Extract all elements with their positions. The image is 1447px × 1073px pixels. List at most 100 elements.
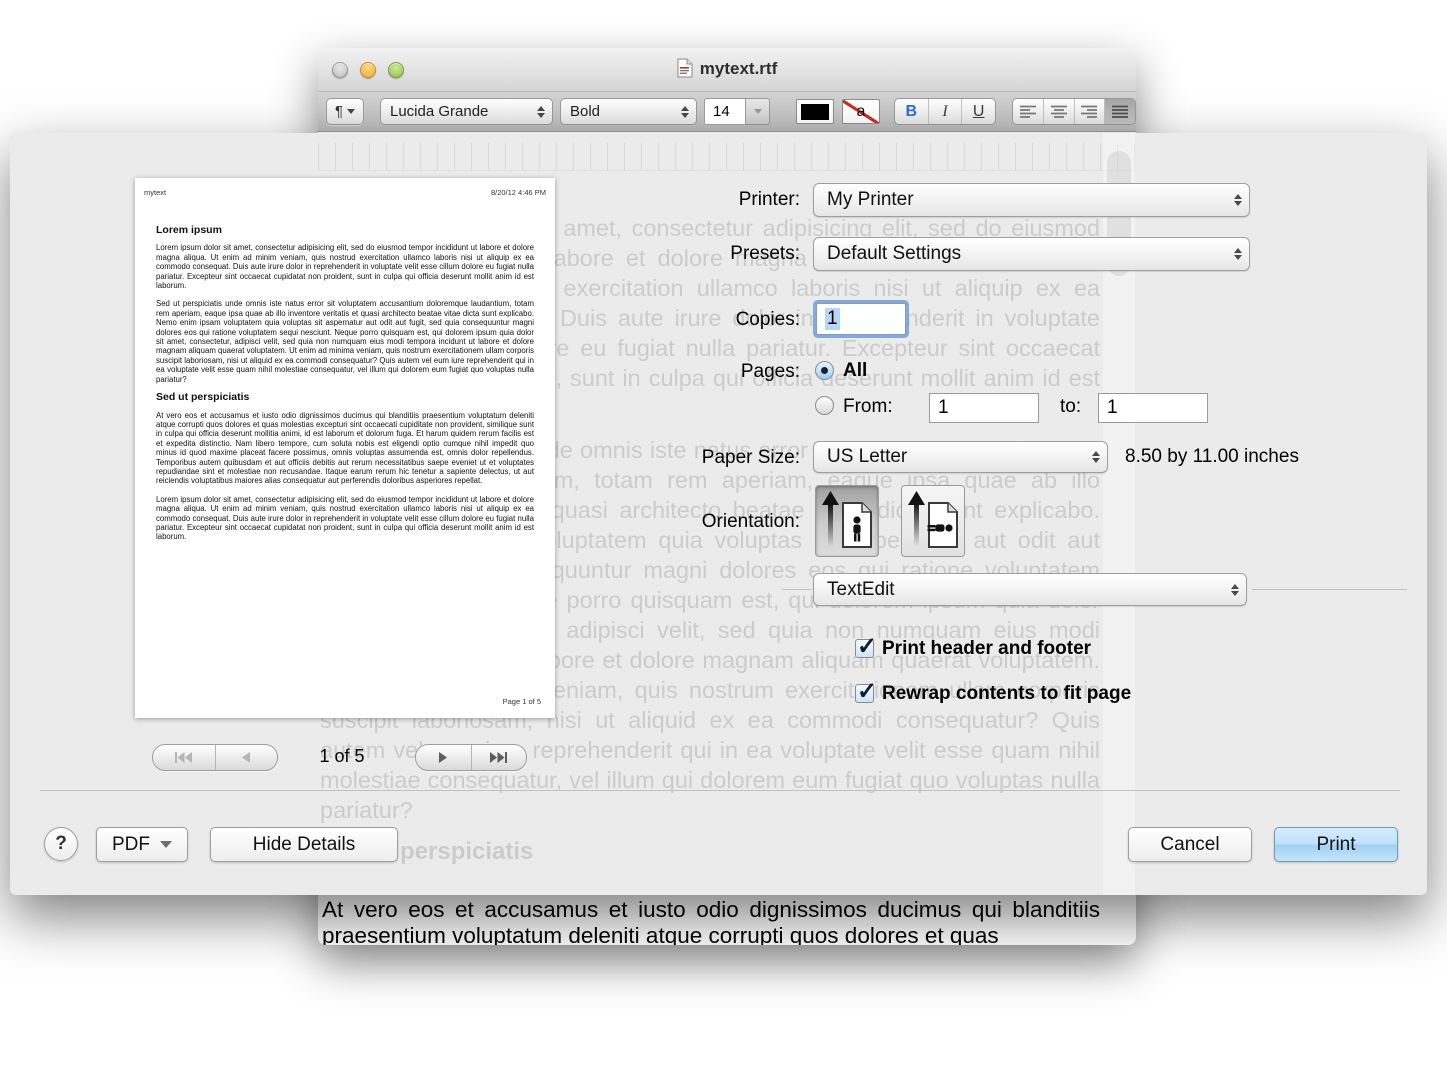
section-divider-left (782, 589, 812, 590)
printer-value: My Printer (827, 189, 914, 211)
background-color-well[interactable]: a (842, 99, 880, 124)
bold-button[interactable]: B (895, 99, 929, 124)
presets-value: Default Settings (827, 243, 961, 265)
last-page-button[interactable] (472, 745, 527, 770)
preview-paragraph: Lorem ipsum dolor sit amet, consectetur … (156, 243, 534, 290)
presets-select[interactable]: Default Settings (813, 237, 1250, 271)
pages-from-label: From: (843, 396, 893, 418)
first-page-button[interactable] (153, 745, 216, 770)
print-header-footer-checkbox[interactable]: ✓ (855, 639, 874, 658)
rewrap-contents-checkbox[interactable]: ✓ (855, 684, 874, 703)
checkmark-icon: ✓ (857, 632, 877, 661)
paper-size-dimensions: 8.50 by 11.00 inches (1125, 446, 1299, 468)
next-page-button[interactable] (416, 745, 472, 770)
align-justify-icon (1111, 105, 1129, 118)
print-header-footer-label: Print header and footer (882, 638, 1091, 660)
page-indicator: 1 of 5 (282, 746, 402, 767)
chevron-down-icon (347, 109, 355, 114)
print-dialog: Lorem ipsum dolor sit amet, consectetur … (10, 133, 1427, 895)
document-icon (677, 58, 693, 83)
align-justify-button[interactable] (1105, 99, 1135, 124)
cancel-button[interactable]: Cancel (1128, 827, 1252, 862)
font-size-input[interactable]: 14 (704, 98, 746, 125)
orientation-portrait-button[interactable] (815, 485, 879, 557)
print-button[interactable]: Print (1274, 827, 1398, 862)
app-options-select[interactable]: TextEdit (813, 573, 1247, 606)
preview-header-left: mytext (144, 188, 166, 197)
preview-paragraph: Sed ut perspiciatis unde omnis iste natu… (156, 299, 534, 384)
app-options-value: TextEdit (827, 579, 895, 601)
pages-to-input[interactable]: 1 (1098, 393, 1208, 423)
preview-heading-1: Lorem ipsum (156, 226, 534, 235)
font-style-select[interactable]: Bold (560, 98, 697, 125)
pdf-button-label: PDF (112, 834, 150, 856)
underline-button[interactable]: U (962, 99, 995, 124)
window-title-wrap: mytext.rtf (318, 58, 1136, 83)
align-left-button[interactable] (1013, 99, 1044, 124)
paper-size-value: US Letter (827, 446, 907, 468)
previous-page-button[interactable] (216, 745, 278, 770)
copies-value: 1 (825, 308, 840, 330)
align-right-button[interactable] (1075, 99, 1106, 124)
font-style-value: Bold (570, 103, 600, 120)
previous-icon (240, 752, 252, 763)
align-center-icon (1050, 105, 1068, 118)
copies-input[interactable]: 1 (816, 303, 906, 335)
font-family-select[interactable]: Lucida Grande (380, 98, 553, 125)
window-title: mytext.rtf (700, 59, 777, 78)
align-left-icon (1019, 105, 1037, 118)
paper-size-select[interactable]: US Letter (813, 441, 1108, 473)
skip-to-start-icon (175, 752, 192, 763)
paragraph-styles-button[interactable]: ¶ (326, 98, 364, 125)
black-color-swatch (801, 104, 829, 120)
pages-all-label: All (843, 360, 867, 382)
font-size-dropdown[interactable] (746, 98, 770, 125)
help-button[interactable]: ? (44, 827, 78, 861)
chevron-down-icon (754, 109, 762, 114)
question-mark-icon: ? (55, 833, 67, 855)
page-nav-back-group (152, 744, 278, 771)
bold-label: B (906, 103, 918, 121)
alignment-segmented-control (1012, 98, 1136, 125)
hide-details-button[interactable]: Hide Details (210, 827, 398, 862)
hide-details-label: Hide Details (253, 834, 355, 856)
format-toolbar: ¶ Lucida Grande Bold 14 (318, 92, 1136, 132)
paragraph-styles-label: ¶ (335, 103, 343, 120)
checkmark-icon: ✓ (857, 677, 877, 706)
preview-heading-2: Sed ut perspiciatis (156, 393, 534, 402)
section-divider-right (1252, 589, 1407, 590)
page-nav-forward-group (415, 744, 527, 771)
preview-paragraph: At vero eos et accusamus et iusto odio d… (156, 411, 534, 486)
underline-label: U (973, 103, 985, 121)
rewrap-contents-label: Rewrap contents to fit page (882, 683, 1131, 705)
stepper-icon (1234, 194, 1242, 206)
stepper-icon (1092, 451, 1100, 463)
pages-from-input[interactable]: 1 (929, 393, 1039, 423)
printer-label: Printer: (650, 189, 800, 211)
landscape-orientation-icon (905, 490, 961, 552)
chevron-down-icon (160, 841, 172, 848)
align-center-button[interactable] (1044, 99, 1075, 124)
stepper-icon (1231, 584, 1239, 596)
document-text-area[interactable]: At vero eos et accusamus et iusto odio d… (318, 895, 1136, 945)
preview-header-right: 8/20/12 4:46 PM (491, 188, 546, 197)
text-color-well[interactable] (796, 99, 834, 124)
printer-select[interactable]: My Printer (813, 183, 1250, 217)
pages-from-radio[interactable] (815, 396, 834, 415)
print-preview-page: mytext 8/20/12 4:46 PM Lorem ipsum Lorem… (135, 178, 555, 718)
font-size-value: 14 (713, 103, 730, 120)
italic-button[interactable]: I (929, 99, 963, 124)
pdf-button[interactable]: PDF (96, 827, 188, 862)
stepper-icon (1234, 248, 1242, 260)
screen: mytext.rtf ¶ Lucida Grande Bold 14 (0, 0, 1447, 1073)
title-bar[interactable]: mytext.rtf (318, 48, 1136, 92)
ghost-ruler (318, 143, 1136, 171)
pages-to-value: 1 (1107, 397, 1118, 419)
ghost-heading: Sed ut perspiciatis (320, 837, 1100, 867)
orientation-landscape-button[interactable] (901, 485, 965, 557)
cancel-label: Cancel (1160, 834, 1219, 856)
document-visible-text: At vero eos et accusamus et iusto odio d… (322, 897, 1100, 945)
pages-all-radio[interactable] (815, 361, 834, 380)
align-right-icon (1080, 105, 1098, 118)
footer-divider (40, 790, 1400, 791)
